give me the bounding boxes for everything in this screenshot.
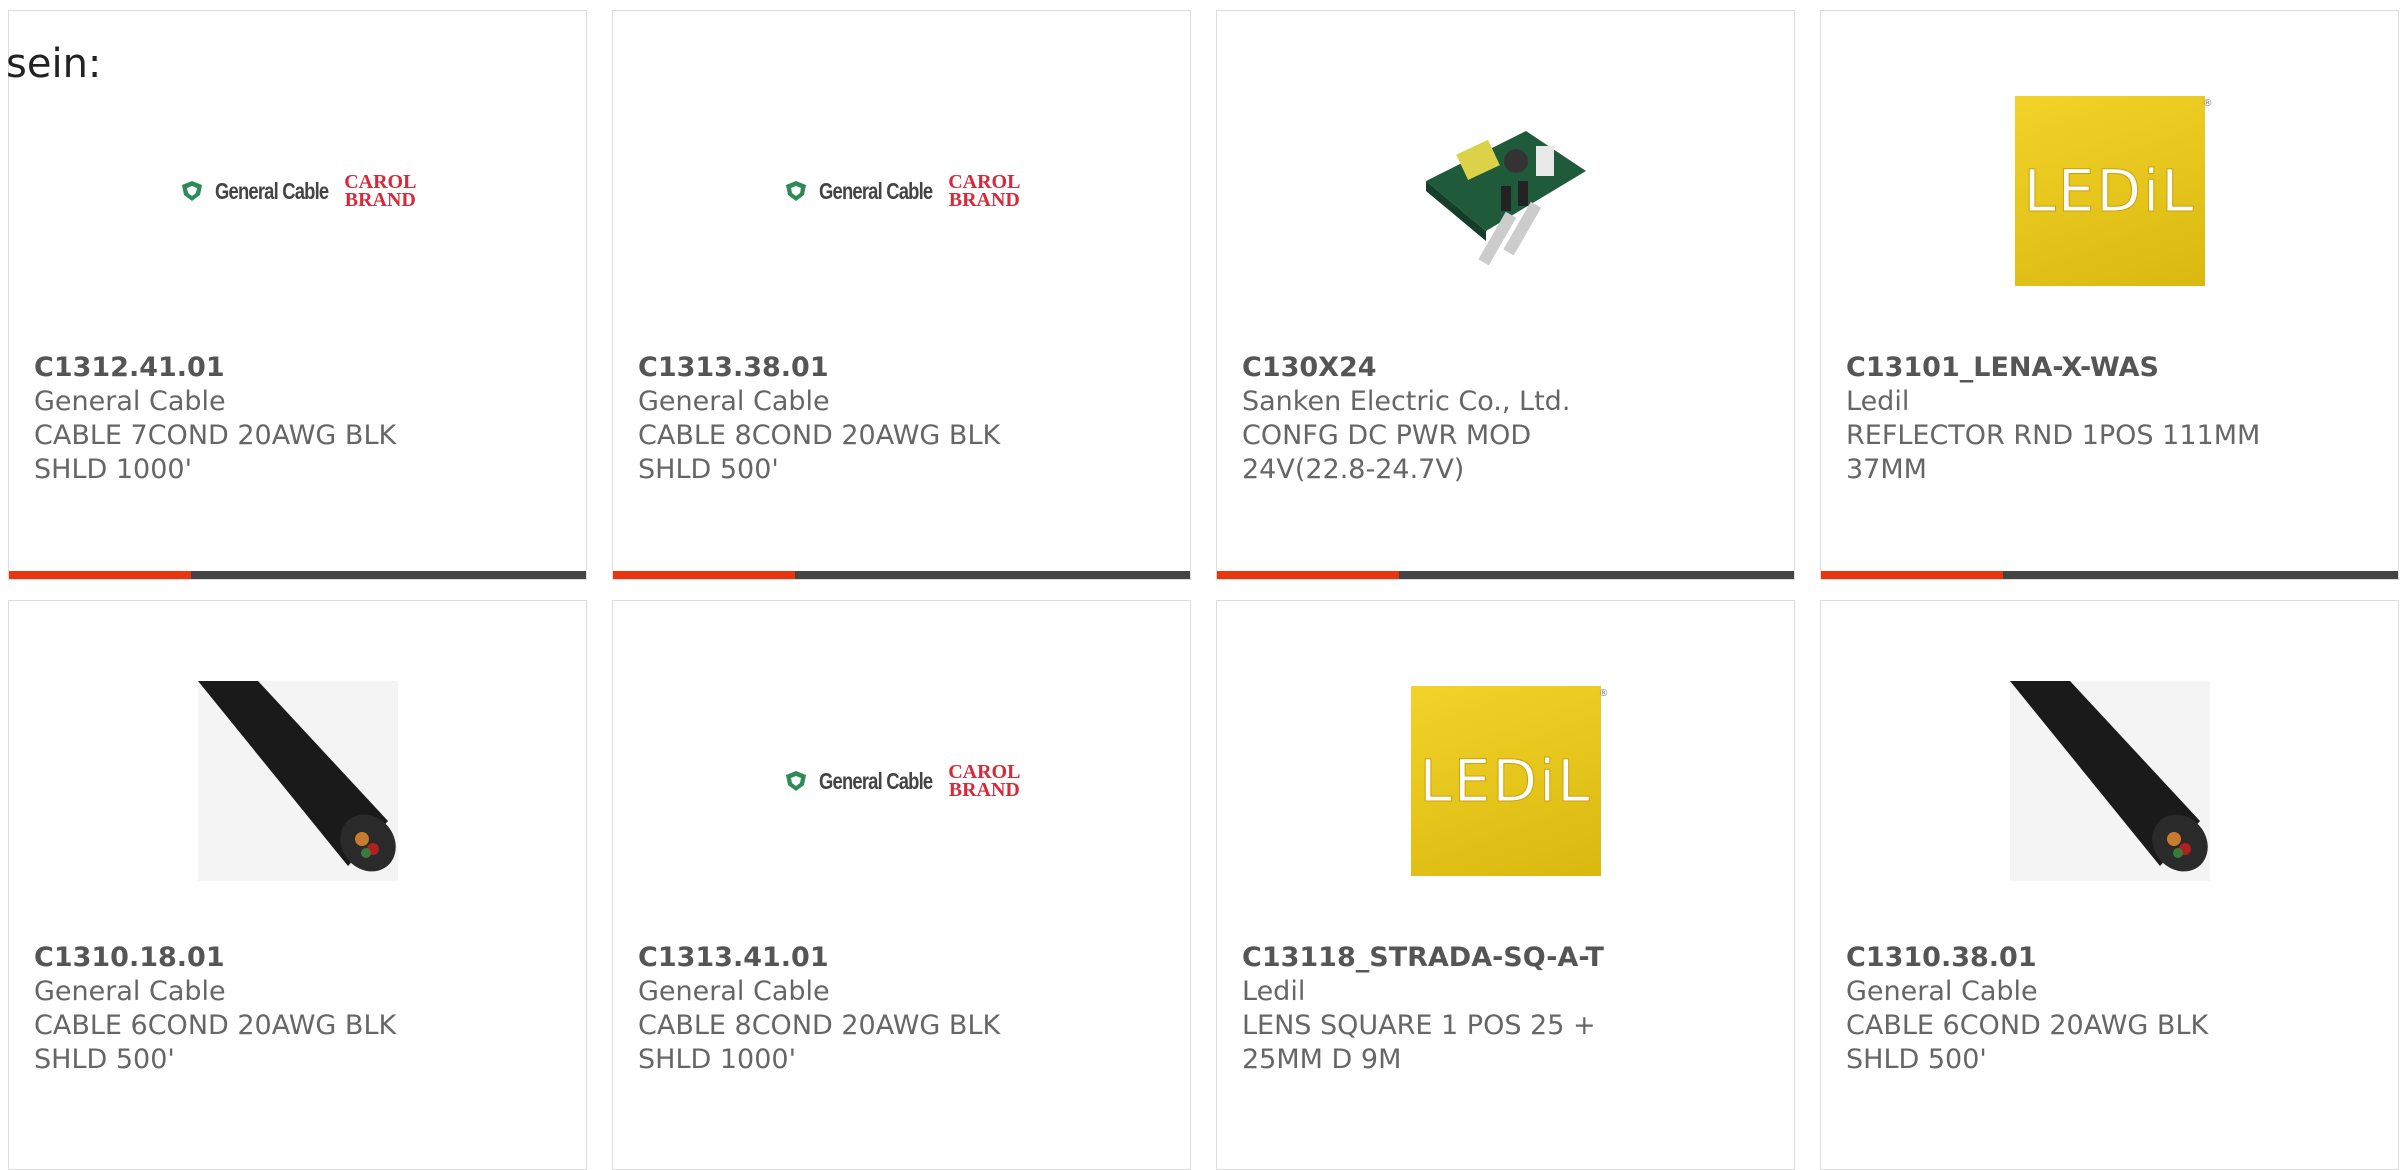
manufacturer: General Cable: [638, 386, 830, 417]
part-number[interactable]: C1313.41.01: [638, 941, 1165, 975]
manufacturer: Sanken Electric Co., Ltd.: [1242, 386, 1571, 417]
product-image: General Cable CAROL BRAND: [613, 71, 1190, 311]
cable-icon: [2009, 681, 2210, 881]
product-card[interactable]: General Cable CAROL BRAND C1313.38.01 Gen…: [612, 10, 1191, 580]
description: LENS SQUARE 1 POS 25 + 25MM D 9M: [1242, 1010, 1596, 1075]
part-number[interactable]: C1313.38.01: [638, 351, 1165, 385]
ledil-logo: LEDiL ®: [1410, 686, 1609, 876]
part-number[interactable]: C130X24: [1242, 351, 1769, 385]
part-number[interactable]: C1310.38.01: [1846, 941, 2373, 975]
product-image: LEDiL ®: [1821, 71, 2398, 311]
product-image: [1217, 71, 1794, 311]
general-cable-logo: General Cable CAROL BRAND: [179, 172, 416, 210]
manufacturer: General Cable: [34, 386, 226, 417]
description: CABLE 8COND 20AWG BLK SHLD 500': [638, 420, 1001, 485]
product-image: [1821, 661, 2398, 901]
product-card[interactable]: C130X24 Sanken Electric Co., Ltd. CONFG …: [1216, 10, 1795, 580]
description: REFLECTOR RND 1POS 111MM 37MM: [1846, 420, 2261, 485]
general-cable-logo: General Cable CAROL BRAND: [783, 762, 1020, 800]
manufacturer: Ledil: [1846, 386, 1910, 417]
product-card[interactable]: General Cable CAROL BRAND C1313.41.01 Gen…: [612, 600, 1191, 1170]
part-number[interactable]: C13118_STRADA-SQ-A-T: [1242, 941, 1769, 975]
product-card[interactable]: C1310.18.01 General Cable CABLE 6COND 20…: [8, 600, 587, 1170]
manufacturer: Ledil: [1242, 976, 1306, 1007]
description: CABLE 7COND 20AWG BLK SHLD 1000': [34, 420, 397, 485]
product-card[interactable]: C1310.38.01 General Cable CABLE 6COND 20…: [1820, 600, 2399, 1170]
manufacturer: General Cable: [638, 976, 830, 1007]
part-number[interactable]: C1310.18.01: [34, 941, 561, 975]
product-image: LEDiL ®: [1217, 661, 1794, 901]
card-bar: [9, 571, 586, 579]
manufacturer: General Cable: [1846, 976, 2038, 1007]
card-bar: [1821, 571, 2398, 579]
part-number[interactable]: C13101_LENA-X-WAS: [1846, 351, 2373, 385]
manufacturer: General Cable: [34, 976, 226, 1007]
product-image: [9, 661, 586, 901]
card-bar: [613, 571, 1190, 579]
description: CONFG DC PWR MOD 24V(22.8-24.7V): [1242, 420, 1532, 485]
product-card[interactable]: LEDiL ® C13101_LENA-X-WAS Ledil REFLECTO…: [1820, 10, 2399, 580]
cable-icon: [197, 681, 398, 881]
ledil-logo: LEDiL ®: [2014, 96, 2213, 286]
product-card[interactable]: LEDiL ® C13118_STRADA-SQ-A-T Ledil LENS …: [1216, 600, 1795, 1170]
product-image: General Cable CAROL BRAND: [613, 661, 1190, 901]
product-card[interactable]: General Cable CAROL BRAND C1312.41.01 Gen…: [8, 10, 587, 580]
part-number[interactable]: C1312.41.01: [34, 351, 561, 385]
general-cable-logo: General Cable CAROL BRAND: [783, 172, 1020, 210]
description: CABLE 8COND 20AWG BLK SHLD 1000': [638, 1010, 1001, 1075]
card-bar: [1217, 571, 1794, 579]
description: CABLE 6COND 20AWG BLK SHLD 500': [1846, 1010, 2209, 1075]
intro-text: sein:: [6, 41, 102, 87]
description: CABLE 6COND 20AWG BLK SHLD 500': [34, 1010, 397, 1075]
product-image: General Cable CAROL BRAND: [9, 71, 586, 311]
power-module-icon: [1425, 131, 1586, 266]
product-grid: General Cable CAROL BRAND C1312.41.01 Gen…: [8, 10, 2399, 1170]
